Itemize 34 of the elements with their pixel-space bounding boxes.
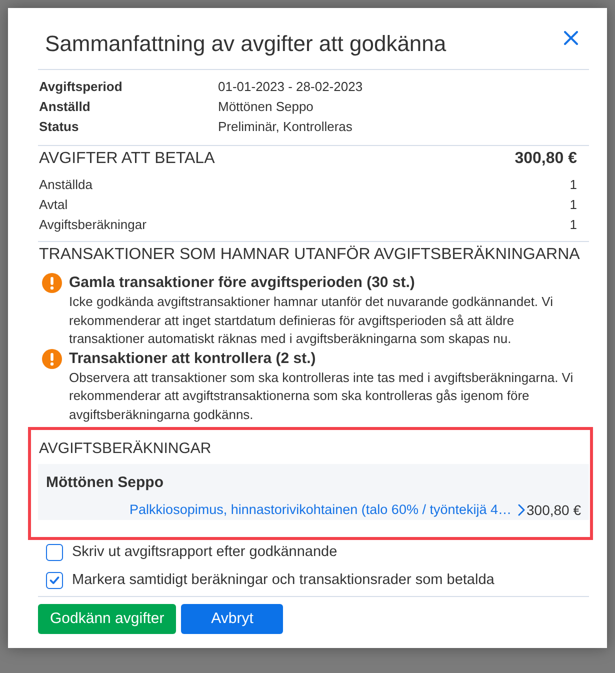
cancel-button[interactable]: Avbryt [181, 604, 284, 634]
warning-icon [42, 348, 62, 368]
section-heading: AVGIFTSBERÄKNINGAR [38, 439, 212, 459]
warning-title: Transaktioner att kontrollera (2 st.) [69, 348, 317, 368]
checkbox-label[interactable]: Markera samtidigt beräkningar och transaktionsrader som betalda [72, 570, 494, 590]
section-heading: AVGIFTER ATT BETALA [39, 149, 215, 169]
field-value: 01-01-2023 - 28-02-2023 [218, 78, 364, 96]
chevron-right-icon[interactable] [518, 504, 524, 516]
field-label: Avgiftsperiod [38, 78, 124, 96]
field-value: Preliminär, Kontrolleras [218, 118, 354, 136]
summary-count: 1 [570, 216, 577, 234]
warning-text: Icke godkända avgiftstransaktioner hamnar utanför det nuvarande godkännandet. Vi rekommenderar att inget startdatum definieras för avgiftsperioden så att äldre transaktioner automatiskt räknas med i avgiftsberäkningarna som skapas nu. [69, 293, 554, 348]
close-icon[interactable] [564, 31, 578, 45]
contract-link[interactable]: Palkkiosopimus, hinnastorivikohtainen (talo 60% / työntekijä 4… [130, 500, 512, 520]
summary-count: 1 [570, 196, 577, 214]
summary-count: 1 [570, 176, 577, 194]
warning-text: Observera att transaktioner som ska kontrolleras inte tas med i avgiftsberäkningarna. Vi rekommenderar att avgiftstransaktionerna som ska kontrolleras gås igenom före avgiftsberäkningarna godkänns. [69, 368, 574, 424]
checkbox[interactable] [46, 572, 63, 588]
summary-label: Avtal [39, 196, 68, 214]
approve-button[interactable]: Godkänn avgifter [38, 604, 176, 634]
warning-title: Gamla transaktioner före avgiftsperioden (30 st.) [69, 273, 416, 293]
checkbox[interactable] [46, 544, 63, 560]
field-value: Möttönen Seppo [218, 98, 314, 116]
section-heading: TRANSAKTIONER SOM HAMNAR UTANFÖR AVGIFTSBERÄKNINGARNA [38, 245, 581, 265]
summary-label: Avgiftsberäkningar [39, 216, 146, 234]
amount: 300,80 € [526, 501, 581, 520]
summary-label: Anställda [39, 176, 92, 194]
employee-name: Möttönen Seppo [46, 473, 164, 493]
field-label: Status [38, 118, 80, 136]
warning-icon [42, 273, 62, 293]
field-label: Anställd [38, 98, 92, 116]
total-amount: 300,80 € [514, 149, 577, 169]
checkbox-label[interactable]: Skriv ut avgiftsrapport efter godkännande [72, 542, 338, 562]
dialog-title: Sammanfattning av avgifter att godkänna [44, 31, 446, 57]
